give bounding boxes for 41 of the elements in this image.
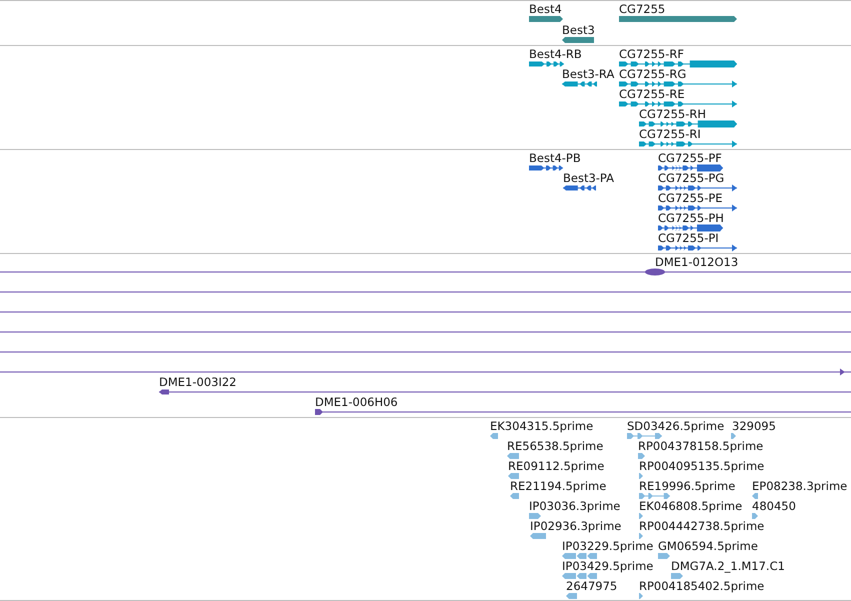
feature-label: GM06594.5prime: [658, 539, 758, 553]
feature-label: CG7255-RI: [639, 127, 701, 141]
feature-label: RP004378158.5prime: [638, 439, 764, 453]
feature-label: RE21194.5prime: [510, 479, 606, 493]
feature-label: Best4-RB: [529, 47, 582, 61]
feature-label: CG7255-PF: [658, 151, 722, 165]
feature-label: CG7255-RF: [619, 47, 684, 61]
feature-label: CG7255-RE: [619, 87, 685, 101]
feature-label: Best3: [562, 23, 595, 37]
feature-label: IP03229.5prime: [562, 539, 654, 553]
feature-label: 329095: [732, 419, 776, 433]
feature-label: CG7255-PH: [658, 211, 724, 225]
feature-label: IP02936.3prime: [530, 519, 622, 533]
feature-label: CG7255-PI: [658, 231, 719, 245]
feature-label: RP004095135.5prime: [639, 459, 764, 473]
feature-label: Best3-RA: [562, 67, 614, 81]
feature-label: DME1-006H06: [315, 395, 398, 409]
feature-label: CG7255: [619, 2, 666, 16]
feature-label: DME1-003I22: [159, 375, 236, 389]
feature-label: 480450: [752, 499, 796, 513]
feature-label: DME1-012O13: [655, 255, 738, 269]
feature-label: Best4-PB: [529, 151, 581, 165]
feature-label: IP03036.3prime: [529, 499, 620, 513]
feature-label: CG7255-RG: [619, 67, 686, 81]
feature-label: Best4: [529, 2, 562, 16]
feature-label: CG7255-RH: [639, 107, 706, 121]
feature-label: Best3-PA: [563, 171, 614, 185]
feature-label: IP03429.5prime: [562, 559, 654, 573]
feature-label: CG7255-PE: [658, 191, 723, 205]
feature-label: RE09112.5prime: [508, 459, 604, 473]
feature-label: CG7255-PG: [658, 171, 724, 185]
feature-label: RP004442738.5prime: [639, 519, 764, 533]
feature-label: RE19996.5prime: [639, 479, 736, 493]
feature-label: 2647975: [566, 579, 618, 593]
feature-label: EP08238.3prime: [752, 479, 848, 493]
feature-label: DMG7A.2_1.M17.C1: [671, 559, 785, 573]
feature-label: EK304315.5prime: [490, 419, 594, 433]
feature-label: RP004185402.5prime: [639, 579, 764, 593]
feature-label: EK046808.5prime: [639, 499, 742, 513]
feature-label: RE56538.5prime: [507, 439, 604, 453]
feature-label: SD03426.5prime: [627, 419, 724, 433]
